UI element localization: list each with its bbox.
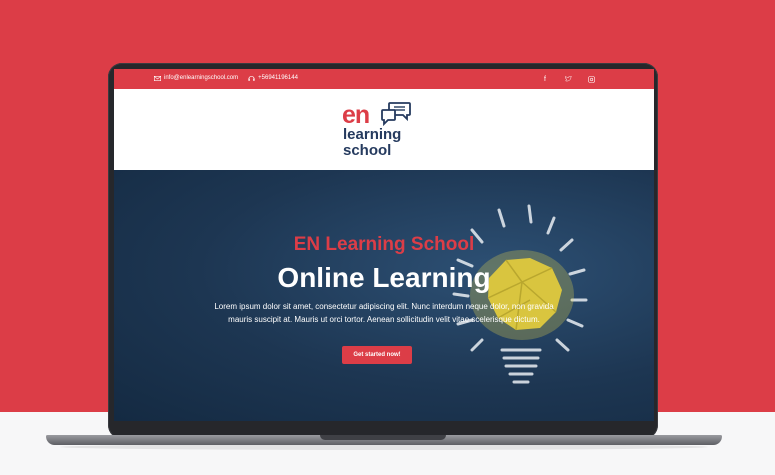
contact-info: info@enlearningschool.com +56941196144 — [154, 75, 298, 81]
site-logo[interactable]: en learning school — [342, 101, 422, 163]
twitter-icon[interactable] — [563, 74, 573, 84]
instagram-icon[interactable] — [586, 74, 596, 84]
hero-title: Online Learning — [277, 262, 491, 293]
mail-icon — [154, 75, 161, 81]
hero-subtitle: EN Learning School — [293, 234, 475, 255]
social-links: f — [527, 74, 596, 84]
chat-bubbles-icon — [381, 102, 411, 127]
laptop-notch — [320, 435, 446, 440]
headset-icon — [248, 76, 255, 81]
top-contact-bar: info@enlearningschool.com +56941196144 f — [114, 69, 654, 89]
laptop-screen: info@enlearningschool.com +56941196144 f — [114, 69, 654, 421]
get-started-button[interactable]: Get started now! — [342, 346, 412, 364]
logo-school: school — [343, 142, 392, 159]
email-text: info@enlearningschool.com — [164, 75, 239, 81]
email-contact[interactable]: info@enlearningschool.com — [154, 75, 238, 81]
logo-learning: learning — [343, 126, 402, 143]
hero-description: Lorem ipsum dolor sit amet, consectetur … — [214, 302, 554, 324]
site-header: en learning school — [114, 89, 654, 170]
phone-contact[interactable]: +56941196144 — [248, 75, 298, 81]
phone-text: +56941196144 — [258, 75, 298, 81]
facebook-icon[interactable]: f — [540, 74, 550, 84]
hero-banner: EN Learning School Online Learning Lorem… — [114, 170, 654, 421]
